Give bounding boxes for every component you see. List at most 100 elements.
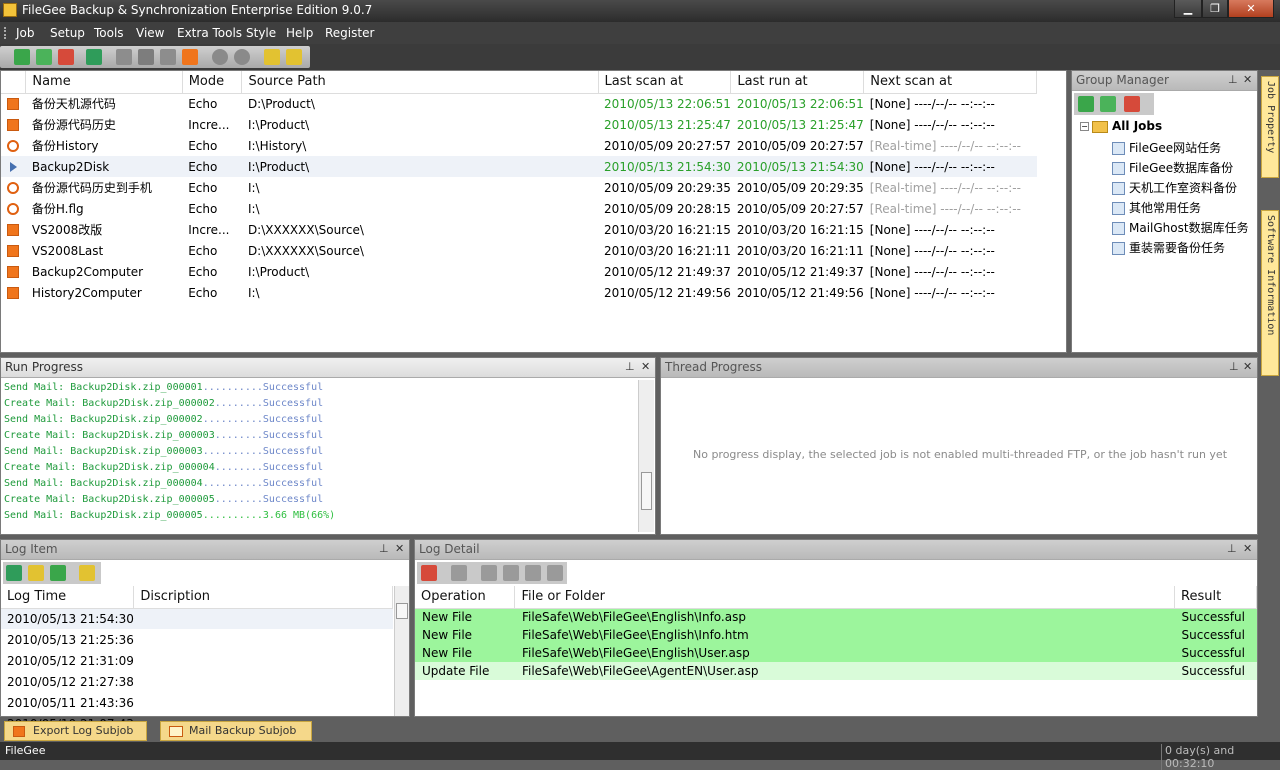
export-icon[interactable] — [286, 49, 302, 65]
first-page-icon[interactable] — [481, 565, 497, 581]
log-detail-row[interactable]: Update File FileSafe\Web\FileGee\AgentEN\… — [415, 662, 1257, 680]
job-row[interactable]: Backup2Disk Echo I:\Product\ 2010/05/13 21:… — [1, 156, 1037, 177]
column-file-or-folder[interactable]: File or Folder — [514, 586, 1175, 609]
log-item-row[interactable]: 2010/05/12 21:31:09 — [1, 650, 393, 671]
job-row[interactable]: 备份源代码历史 Incre... I:\Product\ 2010/05/13 21:… — [1, 114, 1037, 135]
import-icon[interactable] — [264, 49, 280, 65]
pin-icon[interactable]: ⊥ — [379, 542, 389, 555]
close-panel-icon[interactable]: ✕ — [395, 542, 404, 555]
refresh-icon[interactable] — [86, 49, 102, 65]
column-result[interactable]: Result — [1174, 586, 1257, 609]
next-page-icon[interactable] — [525, 565, 541, 581]
job-row[interactable]: VS2008Last Echo D:\XXXXXX\Source\ 2010/03/2… — [1, 240, 1037, 261]
menu-help[interactable]: Help — [286, 26, 313, 40]
stop-icon[interactable] — [182, 49, 198, 65]
log-item-row[interactable]: 2010/05/11 21:43:36 — [1, 692, 393, 713]
log-detail-row[interactable]: New File FileSafe\Web\FileGee\English\Inf… — [415, 626, 1257, 644]
log-detail-row[interactable]: New File FileSafe\Web\FileGee\English\Inf… — [415, 608, 1257, 626]
close-window-button[interactable]: ✕ — [1228, 0, 1274, 18]
job-row[interactable]: 备份H.flg Echo I:\ 2010/05/09 20:28:15 2010/05… — [1, 198, 1037, 219]
schedule-icon[interactable] — [212, 49, 228, 65]
column-last-scan[interactable]: Last scan at — [598, 71, 732, 94]
pin-icon[interactable]: ⊥ — [1228, 73, 1238, 86]
menu-extra-tools[interactable]: Extra Tools — [177, 26, 242, 40]
job-row[interactable]: Backup2Computer Echo I:\Product\ 2010/05/12… — [1, 261, 1037, 282]
tree-root[interactable]: − All Jobs — [1080, 119, 1258, 139]
refresh-log-icon[interactable] — [6, 565, 22, 581]
pin-icon[interactable]: ⊥ — [1227, 542, 1237, 555]
column-mode[interactable]: Mode — [182, 71, 243, 94]
log-item-row[interactable]: 2010/05/13 21:54:30 — [1, 608, 393, 629]
log-item-row[interactable]: 2010/05/13 21:25:36 — [1, 629, 393, 650]
tree-item[interactable]: 天机工作室资料备份 — [1080, 179, 1258, 199]
job-next-scan: [Real-time] ----/--/-- --:--:-- — [869, 180, 1021, 195]
tab-mail-backup-subjob[interactable]: Mail Backup Subjob — [160, 721, 312, 741]
job-row[interactable]: 备份天机源代码 Echo D:\Product\ 2010/05/13 22:06:5… — [1, 93, 1037, 114]
run-icon[interactable] — [138, 49, 154, 65]
tab-software-information[interactable]: Software Information — [1261, 210, 1279, 376]
log-detail-row[interactable]: New File FileSafe\Web\FileGee\English\Use… — [415, 644, 1257, 662]
tree-item[interactable]: FileGee数据库备份 — [1080, 159, 1258, 179]
tree-item[interactable]: 重装需要备份任务 — [1080, 239, 1258, 259]
column-log-time[interactable]: Log Time — [1, 586, 135, 609]
tree-item[interactable]: 其他常用任务 — [1080, 199, 1258, 219]
close-panel-icon[interactable]: ✕ — [1243, 542, 1252, 555]
menu-register[interactable]: Register — [325, 26, 374, 40]
scan-icon[interactable] — [116, 49, 132, 65]
run-progress-scrollbar[interactable] — [638, 380, 654, 532]
tree-item[interactable]: MailGhost数据库任务 — [1080, 219, 1258, 239]
column-description[interactable]: Discription — [133, 586, 393, 609]
job-row[interactable]: VS2008改版 Incre... D:\XXXXXX\Source\ 2010/03… — [1, 219, 1037, 240]
column-next-scan[interactable]: Next scan at — [863, 71, 1037, 94]
clear-log-icon[interactable] — [50, 565, 66, 581]
scroll-thumb[interactable] — [641, 472, 652, 510]
column-source-path[interactable]: Source Path — [241, 71, 599, 94]
export-log-icon[interactable] — [79, 565, 95, 581]
delete-group-icon[interactable] — [1124, 96, 1140, 112]
delete-detail-icon[interactable] — [421, 565, 437, 581]
maximize-button[interactable]: ❐ — [1202, 0, 1228, 18]
new-job-icon[interactable] — [14, 49, 30, 65]
close-panel-icon[interactable]: ✕ — [641, 360, 650, 373]
close-panel-icon[interactable]: ✕ — [1243, 360, 1252, 373]
delete-job-icon[interactable] — [58, 49, 74, 65]
job-row[interactable]: 备份History Echo I:\History\ 2010/05/09 20:27… — [1, 135, 1037, 156]
column-name[interactable]: Name — [25, 71, 183, 94]
close-panel-icon[interactable]: ✕ — [1243, 73, 1252, 86]
job-next-scan: [Real-time] ----/--/-- --:--:-- — [869, 138, 1021, 153]
copy-detail-icon[interactable] — [451, 565, 467, 581]
log-item-row[interactable]: 2010/05/12 21:27:38 — [1, 671, 393, 692]
job-status — [1, 219, 26, 240]
run-all-icon[interactable] — [160, 49, 176, 65]
menu-setup[interactable]: Setup — [50, 26, 85, 40]
add-group-icon[interactable] — [1078, 96, 1094, 112]
thread-progress-panel: Thread Progress ⊥ ✕ No progress display,… — [660, 357, 1258, 535]
log-result: Successful — [262, 478, 324, 489]
job-row[interactable]: History2Computer Echo I:\ 2010/05/12 21:49:… — [1, 282, 1037, 303]
edit-job-icon[interactable] — [36, 49, 52, 65]
menu-view[interactable]: View — [136, 26, 164, 40]
prev-page-icon[interactable] — [503, 565, 519, 581]
search-log-icon[interactable] — [28, 565, 44, 581]
column-last-run[interactable]: Last run at — [730, 71, 865, 94]
job-row[interactable]: 备份源代码历史到手机 Echo I:\ 2010/05/09 20:29:35 2010… — [1, 177, 1037, 198]
tab-export-log-subjob[interactable]: Export Log Subjob — [4, 721, 147, 741]
collapse-icon[interactable]: − — [1080, 122, 1089, 131]
column-operation[interactable]: Operation — [415, 586, 516, 609]
menu-job[interactable]: Job — [16, 26, 35, 40]
edit-group-icon[interactable] — [1100, 96, 1116, 112]
detail-file: FileSafe\Web\FileGee\English\Info.htm — [521, 628, 749, 642]
menu-tools[interactable]: Tools — [94, 26, 124, 40]
status-column-header[interactable] — [1, 71, 27, 94]
log-detail-table-header: Operation File or Folder Result — [415, 586, 1257, 609]
tree-item[interactable]: FileGee网站任务 — [1080, 139, 1258, 159]
schedule-off-icon[interactable] — [234, 49, 250, 65]
log-item-scrollbar[interactable] — [394, 586, 409, 716]
minimize-button[interactable]: ▁ — [1174, 0, 1202, 18]
pin-icon[interactable]: ⊥ — [1229, 360, 1239, 373]
menu-style[interactable]: Style — [246, 26, 276, 40]
tab-job-property[interactable]: Job Property — [1261, 76, 1279, 178]
last-page-icon[interactable] — [547, 565, 563, 581]
pin-icon[interactable]: ⊥ — [625, 360, 635, 373]
scroll-thumb[interactable] — [396, 603, 408, 619]
